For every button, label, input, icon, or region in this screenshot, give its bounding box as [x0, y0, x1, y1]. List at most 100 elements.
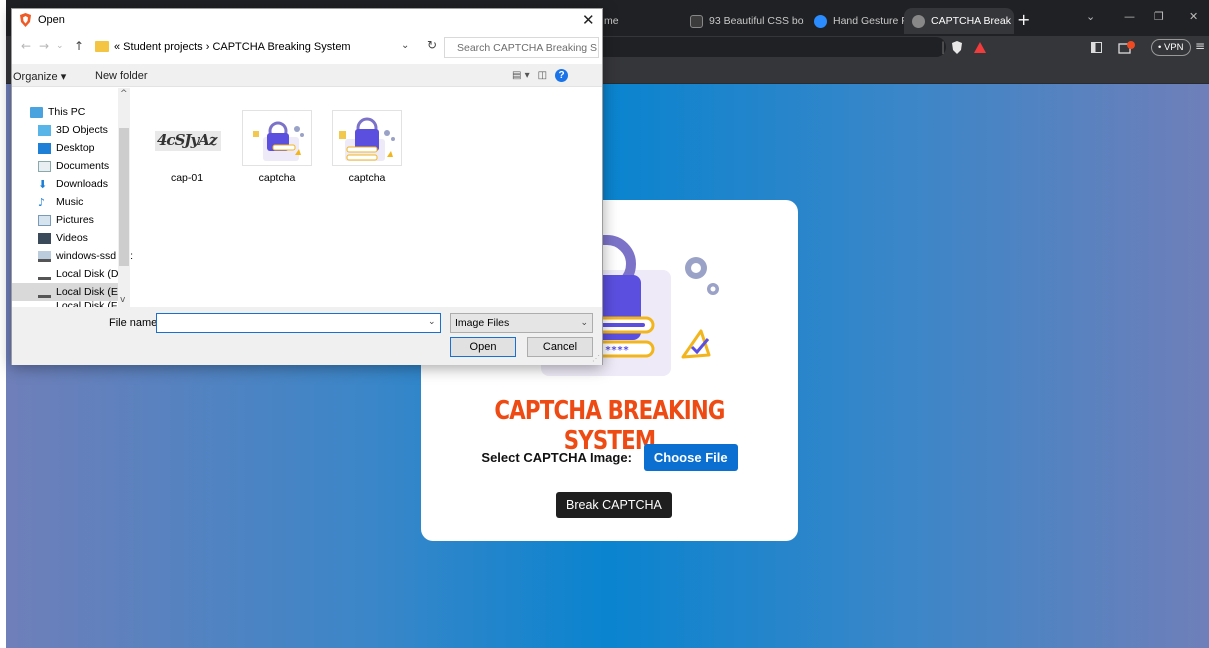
restore-icon[interactable]: ❐ — [1154, 10, 1164, 23]
window-close-icon[interactable]: ✕ — [1189, 10, 1198, 23]
forward-arrow-icon[interactable]: → — [39, 39, 49, 53]
dialog-footer: File name: ⌄ Image Files ⌄ Open Cancel ⋰ — [12, 307, 602, 365]
file-thumbnail — [242, 110, 312, 166]
up-arrow-icon[interactable]: ↑ — [74, 39, 84, 53]
cancel-button[interactable]: Cancel — [527, 337, 593, 357]
tab-me[interactable]: me — [596, 8, 676, 34]
dialog-title: Open — [38, 14, 65, 26]
nav-item-music[interactable]: ♪ Music — [38, 193, 83, 211]
new-tab-icon[interactable]: + — [1017, 10, 1030, 29]
organize-menu[interactable]: Organize ▾ — [12, 70, 66, 83]
nav-item-videos[interactable]: Videos — [38, 229, 88, 247]
nav-item-local-disk-e[interactable]: Local Disk (E:) — [12, 283, 124, 301]
path-text: « Student projects › CAPTCHA Breaking Sy… — [114, 40, 351, 53]
pictures-icon — [38, 214, 51, 226]
search-input[interactable]: Search CAPTCHA Breaking S... — [444, 37, 599, 58]
file-item-captcha[interactable]: captcha — [237, 110, 317, 184]
nav-item-desktop[interactable]: Desktop — [38, 139, 95, 157]
file-thumbnail: 4cSJyAz — [152, 110, 222, 166]
back-arrow-icon[interactable]: ← — [21, 39, 31, 53]
scroll-up-icon[interactable]: ^ — [120, 89, 128, 99]
dialog-close-icon[interactable]: ✕ — [582, 11, 595, 29]
scroll-thumb[interactable] — [119, 128, 129, 266]
drive-icon — [38, 287, 51, 298]
nav-item-3d-objects[interactable]: 3D Objects — [38, 121, 108, 139]
wallet-icon[interactable] — [1118, 40, 1136, 54]
globe-icon — [912, 14, 925, 28]
divider-icon: | — [941, 40, 946, 54]
file-type-select[interactable]: Image Files ⌄ — [450, 313, 593, 333]
sidebar-icon[interactable] — [1091, 42, 1102, 53]
break-captcha-button[interactable]: Break CAPTCHA — [556, 492, 672, 518]
tab-search-chevron-icon[interactable]: ⌄ — [1086, 10, 1095, 23]
dialog-command-bar: Organize ▾ New folder ▤ ▾ ◫ ? — [12, 64, 602, 87]
illustration-password-text: **** — [605, 345, 629, 356]
tab-css-boxes[interactable]: 93 Beautiful CSS box — [682, 8, 804, 34]
file-name-dropdown-icon[interactable]: ⌄ — [428, 317, 436, 327]
refresh-icon[interactable]: ↻ — [427, 38, 437, 52]
desktop-icon — [38, 142, 51, 154]
view-options-icon[interactable]: ▤ ▾ — [512, 70, 530, 81]
file-list-pane: 4cSJyAz cap-01 captcha captcha — [133, 88, 602, 307]
file-select-label: Select CAPTCHA Image: — [481, 450, 632, 465]
lock-thumbnail-icon — [253, 121, 304, 161]
nav-item-label: Local Disk (E:) — [56, 286, 125, 298]
tab-captcha-breaking[interactable]: CAPTCHA Break ✕ — [904, 8, 1014, 34]
nav-item-label: Documents — [56, 160, 110, 172]
file-name: captcha — [348, 172, 386, 184]
cube-icon — [38, 124, 51, 136]
tab-label: 93 Beautiful CSS box — [709, 15, 804, 27]
menu-icon[interactable]: ≡ — [1195, 39, 1205, 53]
tab-label: Hand Gesture Passw — [833, 15, 906, 27]
path-chevron-icon[interactable]: ⌄ — [401, 40, 409, 51]
file-item-cap-01[interactable]: 4cSJyAz cap-01 — [147, 110, 227, 184]
open-file-dialog: Open ✕ ← → ⌄ ↑ « Student projects › CAPT… — [11, 8, 603, 365]
tab-hand-gesture[interactable]: Hand Gesture Passw — [806, 8, 906, 34]
nav-item-local-disk-d[interactable]: Local Disk (D:) — [38, 265, 125, 283]
recent-chevron-icon[interactable]: ⌄ — [56, 41, 64, 51]
search-placeholder: Search CAPTCHA Breaking S... — [457, 41, 599, 54]
nav-item-label: This PC — [48, 106, 86, 118]
nav-item-label: Videos — [56, 232, 88, 244]
nav-item-this-pc[interactable]: This PC — [30, 103, 85, 121]
folder-icon — [95, 41, 109, 52]
file-name-label: File name: — [109, 317, 161, 329]
choose-file-button[interactable]: Choose File — [643, 444, 738, 471]
nav-scrollbar[interactable]: ^ v — [118, 88, 130, 307]
address-bar[interactable] — [596, 37, 946, 57]
nav-item-label: Local Disk (D:) — [56, 268, 125, 280]
dialog-titlebar[interactable]: Open ✕ — [12, 9, 602, 31]
file-name: cap-01 — [170, 172, 204, 184]
downloads-icon: ⬇ — [38, 177, 48, 191]
nav-item-documents[interactable]: Documents — [38, 157, 109, 175]
chevron-down-icon: ⌄ — [580, 318, 588, 328]
vpn-button[interactable]: • VPN — [1151, 39, 1191, 56]
nav-item-downloads[interactable]: ⬇ Downloads — [38, 175, 108, 193]
minimize-icon[interactable]: — — [1124, 10, 1135, 23]
nav-item-label: 3D Objects — [56, 124, 108, 136]
brave-rewards-icon[interactable] — [974, 42, 986, 53]
tab-favicon-icon — [690, 14, 703, 28]
drive-icon — [38, 269, 51, 280]
tab-label: CAPTCHA Break — [931, 15, 1011, 27]
new-folder-button[interactable]: New folder — [95, 70, 148, 82]
file-thumbnail — [332, 110, 402, 166]
file-name-input[interactable] — [156, 313, 441, 333]
nav-item-pictures[interactable]: Pictures — [38, 211, 94, 229]
view-controls: ▤ ▾ ◫ ? — [512, 69, 569, 82]
path-breadcrumb[interactable]: « Student projects › CAPTCHA Breaking Sy… — [92, 36, 412, 57]
file-item-captcha-2[interactable]: captcha — [327, 110, 407, 184]
preview-pane-icon[interactable]: ◫ — [538, 70, 547, 81]
file-select-row: Select CAPTCHA Image: Choose File — [421, 444, 798, 471]
captcha-text: 4cSJyAz — [157, 131, 217, 149]
file-name: captcha — [258, 172, 296, 184]
help-icon[interactable]: ? — [555, 69, 569, 82]
nav-item-label: Music — [56, 196, 84, 208]
scroll-down-icon[interactable]: v — [120, 295, 125, 305]
tab-favicon-icon — [814, 14, 827, 28]
resize-grip-icon[interactable]: ⋰ — [592, 354, 600, 363]
brave-shield-icon[interactable] — [951, 41, 963, 54]
tab-label: me — [604, 15, 619, 27]
open-button[interactable]: Open — [450, 337, 516, 357]
nav-item-label: Pictures — [56, 214, 94, 226]
